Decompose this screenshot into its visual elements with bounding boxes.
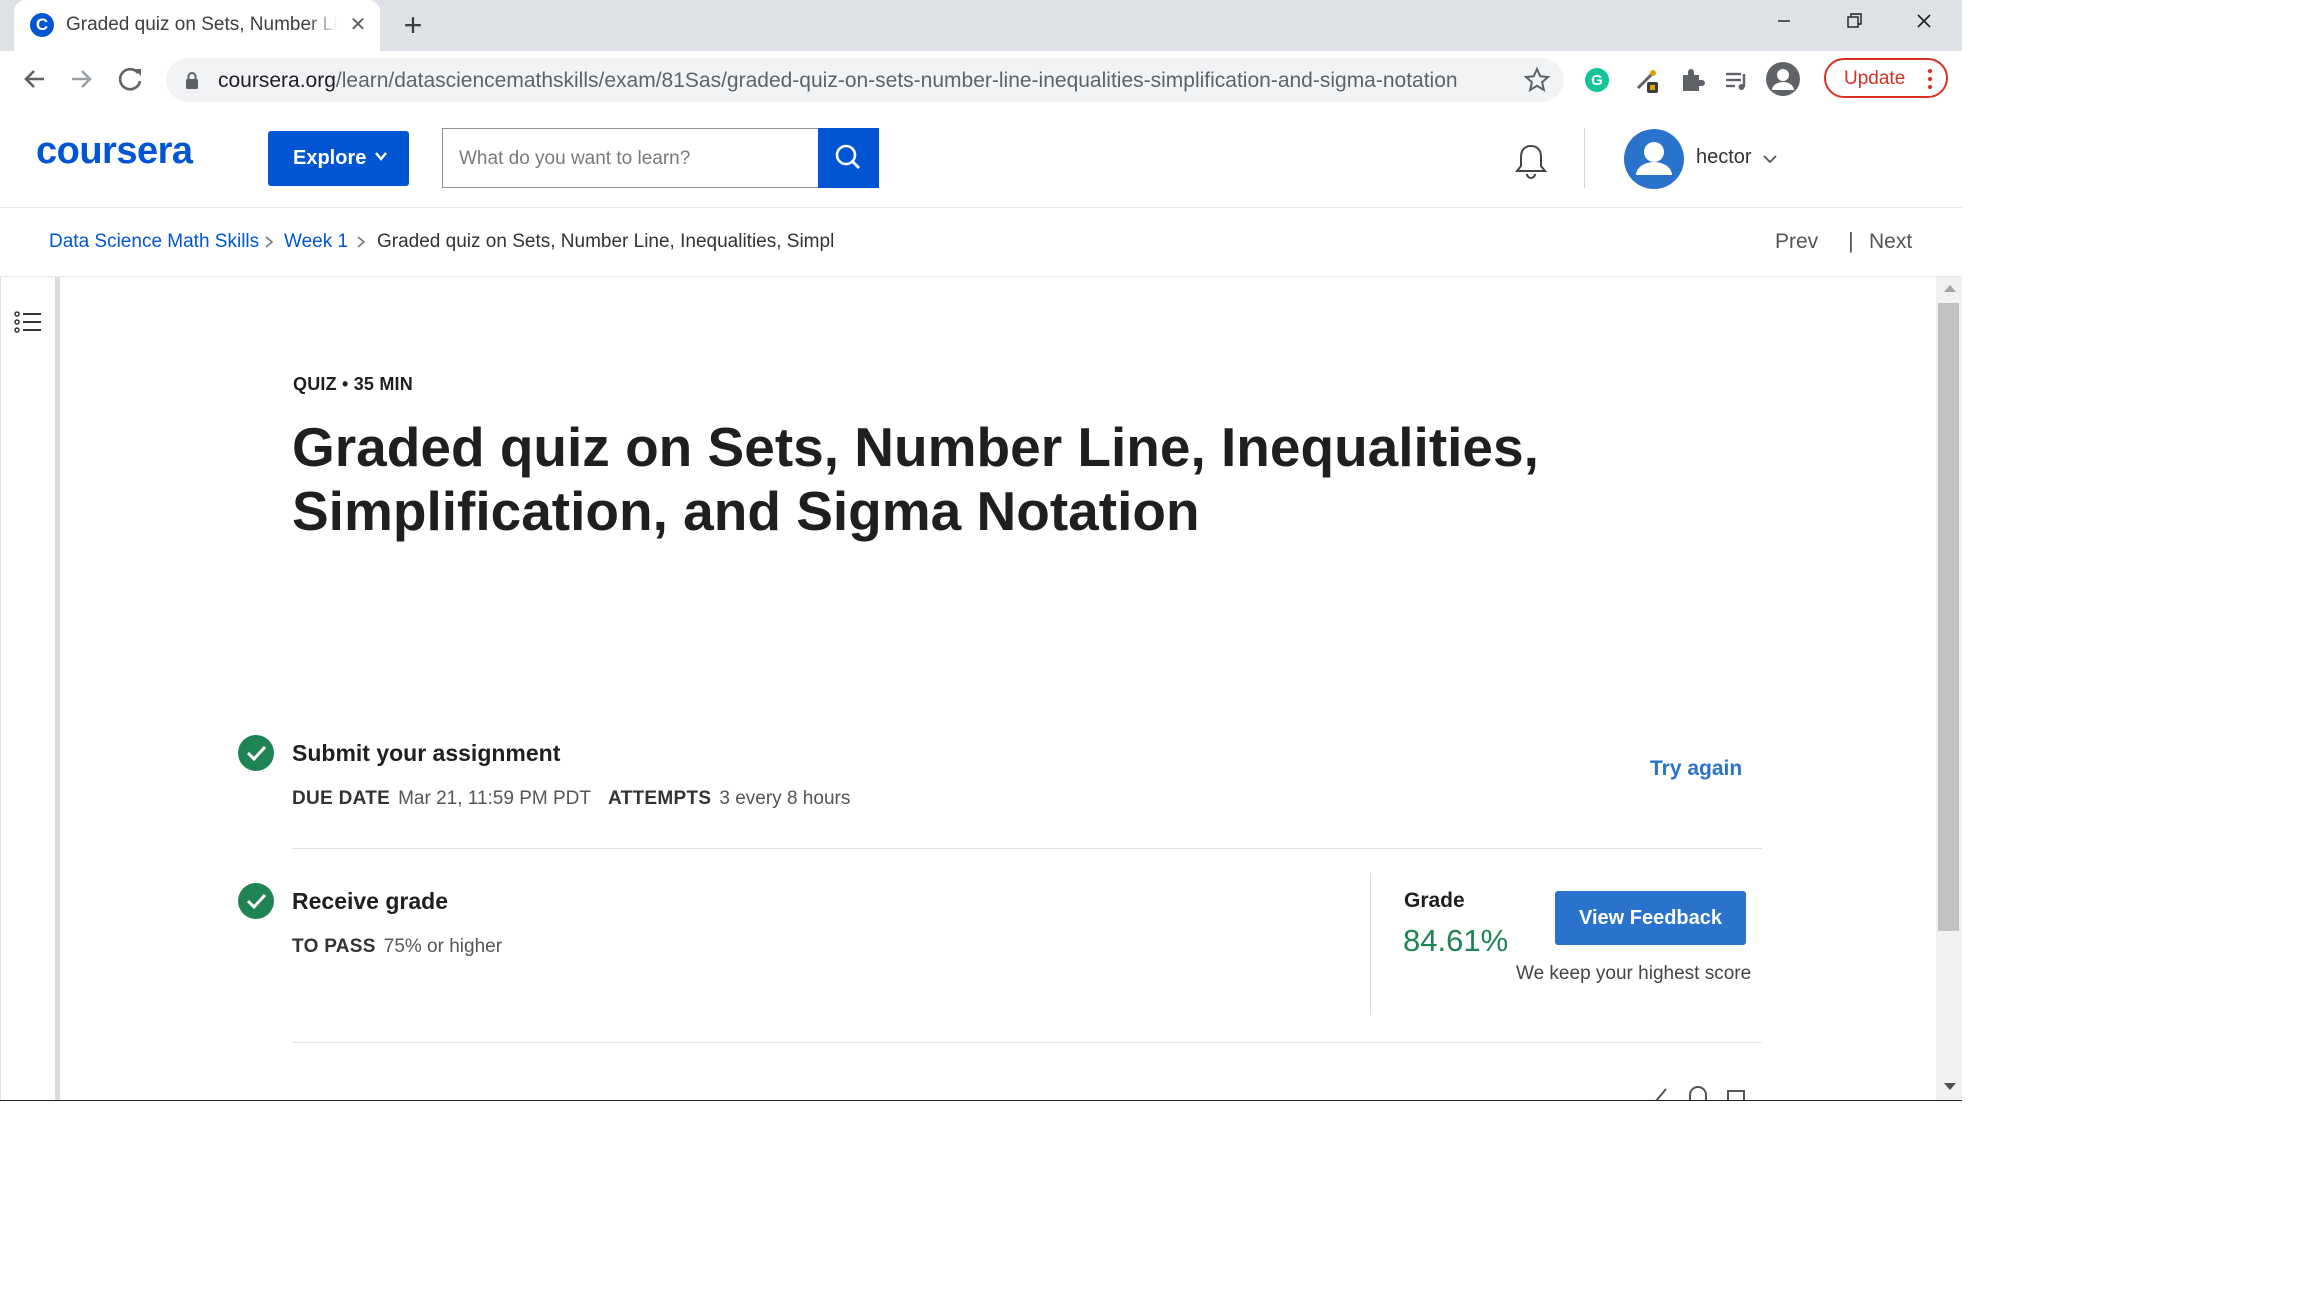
prev-next-divider: | [1848,228,1854,253]
section-divider [292,848,1762,849]
grade-divider [1370,873,1371,1015]
page-scrollbar[interactable] [1936,277,1962,1101]
notification-bell-icon[interactable] [1513,141,1549,181]
forward-arrow-icon[interactable] [62,59,102,99]
profile-icon[interactable] [1764,60,1802,98]
prev-link[interactable]: Prev [1775,230,1818,254]
to-pass: TO PASS 75% or higher [292,936,502,958]
attempts-label: ATTEMPTS [608,788,712,809]
browser-window: C Graded quiz on Sets, Number Line, Ineq… [0,0,1962,1101]
desktop-blank-bottom [0,1101,2304,1296]
breadcrumb-current: Graded quiz on Sets, Number Line, Inequa… [377,231,835,252]
avatar[interactable] [1624,129,1684,189]
to-pass-label: TO PASS [292,936,376,957]
scroll-down-arrow-icon[interactable] [1944,1083,1956,1090]
due-date-label: DUE DATE [292,788,391,809]
tab-title: Graded quiz on Sets, Number Line, Inequa… [66,14,338,36]
try-again-button[interactable]: Try again [1650,757,1742,781]
search-button[interactable] [818,128,879,188]
puzzle-icon[interactable] [1677,65,1707,95]
grammarly-icon[interactable]: G [1582,65,1612,95]
course-outline-icon[interactable] [13,307,43,337]
url-path: /learn/datasciencemathskills/exam/81Sas/… [335,69,1458,92]
window-close-icon[interactable] [1890,0,1958,44]
bookmark-star-icon[interactable] [1523,66,1551,94]
search-input[interactable] [444,130,831,188]
url-host: coursera.org [218,69,336,92]
explore-label: Explore [293,147,367,169]
screenshot: C Graded quiz on Sets, Number Line, Ineq… [0,0,2304,1296]
update-label: Update [1844,68,1906,89]
tab-strip: C Graded quiz on Sets, Number Line, Ineq… [0,0,1962,51]
url-text: coursera.org/learn/datasciencemathskills… [218,69,1458,93]
quiz-meta: QUIZ • 35 MIN [293,374,413,394]
section-divider [292,1042,1762,1043]
quiz-main-content: QUIZ • 35 MIN Graded quiz on Sets, Numbe… [60,277,1936,1101]
comment-icon[interactable] [1689,1086,1707,1101]
bottom-toolbar-icons [1655,1086,1745,1101]
chevron-right-icon [357,236,366,248]
browser-toolbar: coursera.org/learn/datasciencemathskills… [0,51,1962,109]
attempts-value: 3 every 8 hours [719,788,851,809]
to-pass-value: 75% or higher [383,936,503,957]
page-title: Graded quiz on Sets, Number Line, Inequa… [292,416,1539,542]
receive-grade-heading: Receive grade [292,888,448,914]
eyedropper-icon[interactable] [1632,65,1662,95]
minimize-icon[interactable] [1750,0,1818,44]
site-header: coursera Explore hector [0,108,1962,208]
explore-button[interactable]: Explore [268,131,409,186]
address-bar[interactable]: coursera.org/learn/datasciencemathskills… [166,58,1564,102]
due-date-value: Mar 21, 11:59 PM PDT [398,788,591,809]
desktop-blank-right [1962,0,2304,1101]
grade-value: 84.61% [1403,923,1509,958]
media-queue-icon[interactable] [1721,65,1751,95]
kebab-menu-icon [1928,69,1932,89]
svg-text:G: G [1591,72,1603,89]
view-feedback-button[interactable]: View Feedback [1555,891,1746,945]
attempts: ATTEMPTS 3 every 8 hours [608,788,850,810]
highest-score-note: We keep your highest score [1516,963,1752,984]
new-tab-icon[interactable]: + [396,9,430,43]
course-outline-rail [0,277,60,1101]
chevron-down-icon [375,152,387,161]
coursera-favicon-icon: C [30,13,54,37]
chevron-down-icon[interactable] [1761,152,1779,166]
search-icon [835,144,860,169]
next-link[interactable]: Next [1869,230,1912,254]
user-avatar-icon [1636,142,1672,175]
browser-tab[interactable]: C Graded quiz on Sets, Number Line, Ineq… [14,0,380,51]
back-arrow-icon[interactable] [14,59,54,99]
coursera-logo[interactable]: coursera [36,130,193,173]
reload-icon[interactable] [110,59,150,99]
scroll-up-arrow-icon[interactable] [1944,285,1956,292]
submit-assignment-heading: Submit your assignment [292,740,561,766]
tab-close-icon[interactable]: ✕ [344,11,372,39]
search-box [442,128,879,188]
check-circle-icon [238,735,274,771]
restore-icon[interactable] [1820,0,1888,44]
breadcrumb-week[interactable]: Week 1 [284,231,348,253]
lock-icon [186,72,198,89]
breadcrumb-course[interactable]: Data Science Math Skills [49,231,259,253]
update-button[interactable]: Update [1824,58,1948,98]
username[interactable]: hector [1696,146,1752,169]
chevron-right-icon [265,236,274,248]
check-circle-icon [238,883,274,919]
scrollbar-thumb[interactable] [1938,303,1959,931]
breadcrumb: Data Science Math Skills Week 1 Graded q… [0,208,1962,277]
due-date: DUE DATE Mar 21, 11:59 PM PDT [292,788,591,810]
header-divider [1584,128,1585,188]
grade-label: Grade [1404,889,1465,912]
